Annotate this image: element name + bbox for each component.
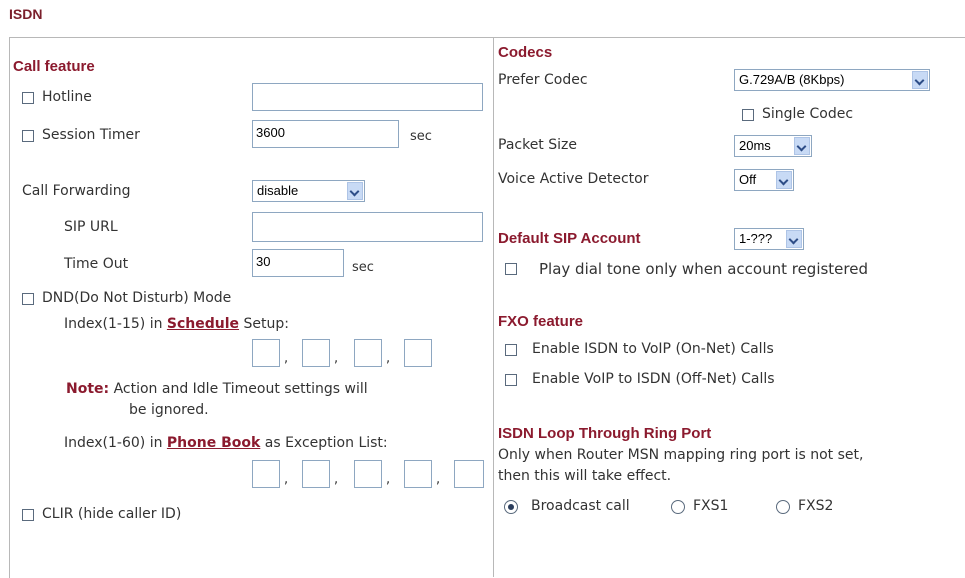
single-codec-checkbox[interactable] bbox=[742, 109, 754, 121]
loop-desc-1: Only when Router MSN mapping ring port i… bbox=[498, 447, 864, 463]
schedule-suffix: Setup: bbox=[243, 316, 289, 332]
packet-size-select[interactable]: 20ms bbox=[734, 135, 812, 157]
exception-index-1[interactable] bbox=[252, 460, 280, 488]
voip-to-isdn-checkbox[interactable] bbox=[505, 374, 517, 386]
vad-select[interactable]: Off bbox=[734, 169, 794, 191]
vad-value: Off bbox=[739, 172, 757, 187]
note-text-1: Action and Idle Timeout settings will bbox=[113, 381, 368, 397]
session-timer-input[interactable]: 3600 bbox=[252, 120, 399, 148]
broadcast-radio[interactable] bbox=[504, 500, 518, 514]
isdn-to-voip-label: Enable ISDN to VoIP (On-Net) Calls bbox=[532, 341, 774, 357]
call-feature-heading: Call feature bbox=[13, 58, 95, 75]
loop-through-heading: ISDN Loop Through Ring Port bbox=[498, 425, 712, 442]
codecs-heading: Codecs bbox=[498, 44, 553, 61]
play-dial-label: Play dial tone only when account registe… bbox=[539, 260, 868, 278]
fxs2-label: FXS2 bbox=[798, 498, 834, 514]
phonebook-link[interactable]: Phone Book bbox=[167, 435, 260, 451]
schedule-link[interactable]: Schedule bbox=[167, 316, 239, 332]
default-sip-select[interactable]: 1-??? bbox=[734, 228, 804, 250]
schedule-prefix: Index(1-15) in bbox=[64, 316, 163, 332]
fxs1-label: FXS1 bbox=[693, 498, 729, 514]
note-label: Note: bbox=[66, 381, 110, 397]
comma-separator: , bbox=[386, 351, 391, 366]
default-sip-heading: Default SIP Account bbox=[498, 230, 641, 247]
voip-to-isdn-label: Enable VoIP to ISDN (Off-Net) Calls bbox=[532, 371, 775, 387]
page-title: ISDN bbox=[9, 6, 43, 22]
prefer-codec-value: G.729A/B (8Kbps) bbox=[739, 72, 845, 87]
note-text-2: be ignored. bbox=[129, 402, 209, 418]
call-forwarding-label: Call Forwarding bbox=[22, 183, 131, 199]
phonebook-suffix: as Exception List: bbox=[264, 435, 388, 451]
dnd-checkbox[interactable] bbox=[22, 293, 34, 305]
chevron-down-icon bbox=[347, 182, 363, 200]
comma-separator: , bbox=[284, 351, 289, 366]
chevron-down-icon bbox=[794, 137, 810, 155]
session-timer-checkbox[interactable] bbox=[22, 130, 34, 142]
comma-separator: , bbox=[334, 351, 339, 366]
sip-url-label: SIP URL bbox=[64, 219, 118, 235]
fxo-feature-heading: FXO feature bbox=[498, 313, 584, 330]
broadcast-label: Broadcast call bbox=[531, 498, 630, 514]
time-out-unit: sec bbox=[352, 260, 374, 275]
exception-index-4[interactable] bbox=[404, 460, 432, 488]
chevron-down-icon bbox=[786, 230, 802, 248]
fxs1-radio[interactable] bbox=[671, 500, 685, 514]
column-divider bbox=[493, 37, 494, 577]
schedule-index-2[interactable] bbox=[302, 339, 330, 367]
session-timer-label: Session Timer bbox=[42, 127, 140, 143]
clir-label: CLIR (hide caller ID) bbox=[42, 506, 182, 522]
session-timer-unit: sec bbox=[410, 129, 432, 144]
hotline-input[interactable] bbox=[252, 83, 483, 111]
default-sip-value: 1-??? bbox=[739, 231, 773, 246]
time-out-input[interactable]: 30 bbox=[252, 249, 344, 277]
schedule-index-3[interactable] bbox=[354, 339, 382, 367]
hotline-label: Hotline bbox=[42, 89, 92, 105]
isdn-to-voip-checkbox[interactable] bbox=[505, 344, 517, 356]
single-codec-label: Single Codec bbox=[762, 106, 854, 122]
packet-size-label: Packet Size bbox=[498, 137, 577, 153]
play-dial-checkbox[interactable] bbox=[505, 263, 517, 275]
prefer-codec-label: Prefer Codec bbox=[498, 72, 588, 88]
phonebook-line: Index(1-60) in Phone Book as Exception L… bbox=[64, 435, 388, 451]
call-forwarding-select[interactable]: disable bbox=[252, 180, 365, 202]
vad-label: Voice Active Detector bbox=[498, 171, 649, 187]
chevron-down-icon bbox=[776, 171, 792, 189]
packet-size-value: 20ms bbox=[739, 138, 771, 153]
schedule-line: Index(1-15) in Schedule Setup: bbox=[64, 316, 289, 332]
chevron-down-icon bbox=[912, 71, 928, 89]
note-line-1: Note: Action and Idle Timeout settings w… bbox=[66, 381, 368, 397]
time-out-label: Time Out bbox=[64, 256, 129, 272]
hotline-checkbox[interactable] bbox=[22, 92, 34, 104]
fxs2-radio[interactable] bbox=[776, 500, 790, 514]
comma-separator: , bbox=[436, 472, 441, 487]
dnd-label: DND(Do Not Disturb) Mode bbox=[42, 290, 232, 306]
loop-desc-2: then this will take effect. bbox=[498, 468, 672, 484]
schedule-index-1[interactable] bbox=[252, 339, 280, 367]
comma-separator: , bbox=[386, 472, 391, 487]
clir-checkbox[interactable] bbox=[22, 509, 34, 521]
prefer-codec-select[interactable]: G.729A/B (8Kbps) bbox=[734, 69, 930, 91]
comma-separator: , bbox=[334, 472, 339, 487]
comma-separator: , bbox=[284, 472, 289, 487]
schedule-index-4[interactable] bbox=[404, 339, 432, 367]
call-forwarding-value: disable bbox=[257, 183, 299, 198]
sip-url-input[interactable] bbox=[252, 212, 483, 242]
exception-index-2[interactable] bbox=[302, 460, 330, 488]
phonebook-prefix: Index(1-60) in bbox=[64, 435, 163, 451]
exception-index-3[interactable] bbox=[354, 460, 382, 488]
exception-index-5[interactable] bbox=[454, 460, 484, 488]
